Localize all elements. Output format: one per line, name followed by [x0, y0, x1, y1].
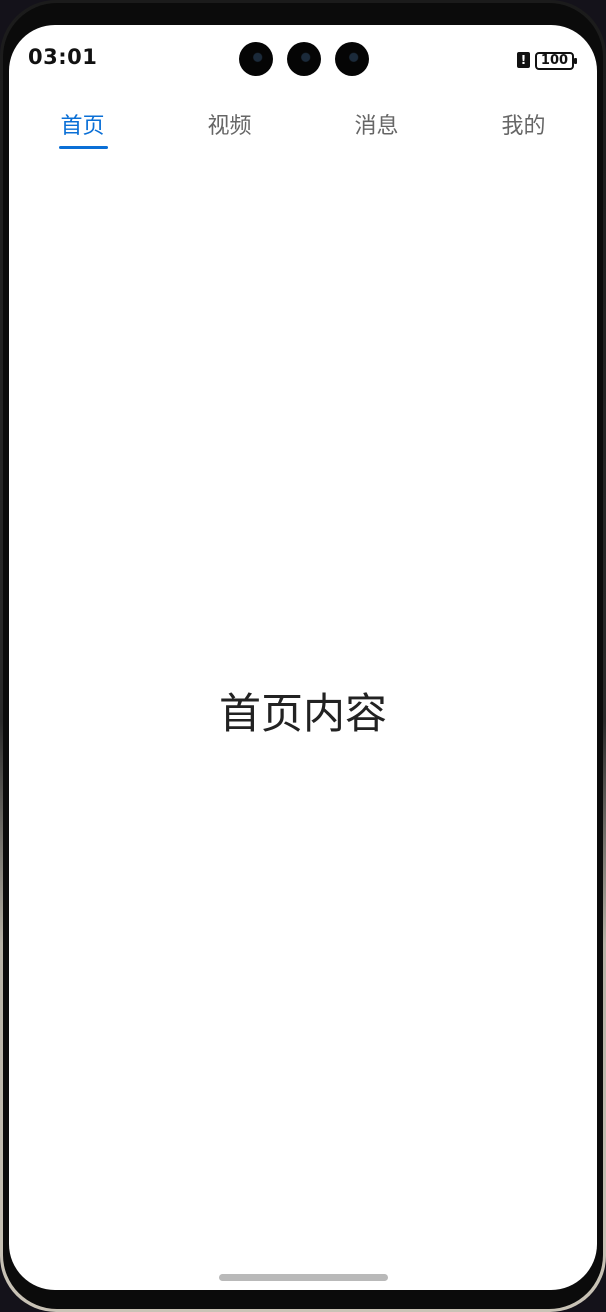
tab-home[interactable]: 首页: [9, 103, 156, 153]
home-content-text: 首页内容: [218, 689, 387, 738]
tab-label: 消息: [354, 114, 399, 139]
tab-label: 视频: [207, 114, 252, 139]
tab-video[interactable]: 视频: [156, 103, 303, 153]
tab-label: 我的: [501, 114, 546, 139]
tab-messages[interactable]: 消息: [303, 103, 450, 153]
phone-frame: 03:01 ! 100 首页 视频 消息 我的 首页内容: [0, 0, 606, 1312]
home-indicator-bar[interactable]: [219, 1274, 388, 1281]
alert-icon: !: [517, 52, 530, 68]
tab-profile[interactable]: 我的: [450, 103, 597, 153]
battery-level: 100: [540, 53, 569, 68]
status-bar: 03:01 ! 100: [9, 25, 597, 95]
front-camera-cutout: [239, 42, 371, 78]
camera-icon: [239, 42, 273, 76]
camera-icon: [335, 42, 369, 76]
top-tab-bar: 首页 视频 消息 我的: [9, 103, 597, 153]
status-time: 03:01: [28, 45, 98, 69]
active-tab-indicator: [59, 146, 108, 149]
camera-icon: [287, 42, 321, 76]
tab-label: 首页: [60, 114, 105, 139]
battery-icon: 100: [535, 52, 577, 70]
app-screen: 03:01 ! 100 首页 视频 消息 我的 首页内容: [9, 25, 597, 1290]
